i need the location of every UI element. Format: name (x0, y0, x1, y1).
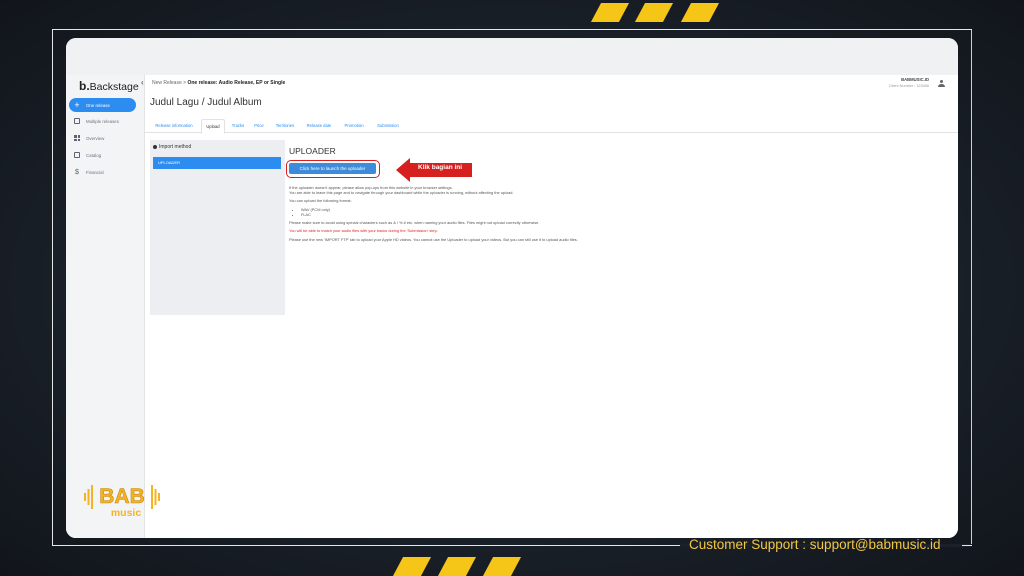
sidebar: b.Backstage + One release Multiple relea… (66, 75, 145, 538)
dollar-icon: $ (75, 168, 79, 176)
backstage-logo[interactable]: b.Backstage (79, 79, 139, 93)
plus-icon: + (74, 100, 80, 110)
bottom-stripe-2 (437, 557, 477, 576)
page-title: Judul Lagu / Judul Album (150, 97, 262, 108)
sidebar-item-financial[interactable]: $ Financial (69, 165, 136, 179)
tab-promotion[interactable]: Promotion (340, 119, 368, 133)
import-method-panel: Import method UPLOADER (150, 140, 285, 315)
sidebar-item-label: Overview (86, 135, 105, 141)
launch-uploader-button[interactable]: Click here to launch the uploader (289, 163, 376, 174)
sidebar-item-overview[interactable]: Overview (69, 131, 136, 145)
top-stripe-3 (680, 3, 720, 22)
ftp-note: Please use the new 'IMPORT FTP' tab to u… (289, 236, 578, 242)
tab-submission[interactable]: Submission (373, 119, 403, 133)
sidebar-item-one-release[interactable]: + One release (69, 98, 136, 112)
card-header-strip (66, 38, 958, 75)
bottom-stripe-1 (392, 557, 432, 576)
dashboard-icon (71, 135, 83, 141)
topbar: ‹ New Release > One release: Audio Relea… (141, 75, 958, 94)
sidebar-item-catalog[interactable]: Catalog (69, 148, 136, 162)
import-method-heading: Import method (153, 144, 191, 150)
tab-upload[interactable]: Upload (201, 119, 225, 134)
sidebar-item-label: Financial (86, 169, 104, 175)
tab-price[interactable]: Price (251, 119, 267, 133)
info-dot-icon (153, 145, 157, 149)
back-chevron-icon[interactable]: ‹ (141, 78, 144, 87)
uploader-instructions: If the uploader doesn't appear, please a… (289, 185, 929, 243)
catalog-icon (71, 152, 83, 158)
breadcrumb-parent[interactable]: New Release (152, 80, 182, 86)
breadcrumb-current: One release: Audio Release, EP or Single (187, 80, 286, 86)
screenshot-card: b.Backstage + One release Multiple relea… (66, 38, 958, 538)
svg-text:BAB: BAB (99, 485, 145, 508)
sidebar-item-label: Multiple releases (86, 118, 119, 124)
release-tabs: Release information Upload Tracks Price … (145, 119, 958, 134)
sidebar-item-label: One release (86, 102, 110, 108)
backstage-app: b.Backstage + One release Multiple relea… (66, 75, 958, 538)
launch-button-highlight: Click here to launch the uploader (286, 160, 380, 178)
stack-icon (71, 118, 83, 124)
account-info[interactable]: BABMUSIC.ID Client Number : 123456 (889, 77, 929, 89)
tab-tracks[interactable]: Tracks (229, 119, 247, 133)
support-divider (962, 545, 972, 546)
breadcrumb: New Release > One release: Audio Release… (152, 80, 286, 86)
formats-list: WAV (PCM only) FLAC (289, 207, 929, 218)
top-stripe-2 (634, 3, 674, 22)
tab-territories[interactable]: Territories (272, 119, 298, 133)
client-number: Client Number : 123456 (888, 84, 929, 88)
svg-text:music: music (111, 507, 142, 519)
uploader-title: UPLOADER (289, 146, 336, 156)
babmusic-logo: BAB music (84, 485, 160, 519)
sidebar-item-multiple-releases[interactable]: Multiple releases (69, 114, 136, 128)
customer-support-contact: Customer Support : support@babmusic.id (689, 537, 941, 552)
import-method-uploader[interactable]: UPLOADER (153, 157, 281, 169)
top-stripe-1 (590, 3, 630, 22)
uploader-section: UPLOADER Click here to launch the upload… (286, 146, 949, 242)
user-icon[interactable] (938, 80, 945, 87)
tab-release-information[interactable]: Release information (152, 119, 196, 133)
sidebar-item-label: Catalog (86, 152, 102, 158)
annotation-label: Klik bagian ini (418, 164, 463, 171)
bottom-stripe-3 (482, 557, 522, 576)
tab-release-date[interactable]: Release date (303, 119, 335, 133)
